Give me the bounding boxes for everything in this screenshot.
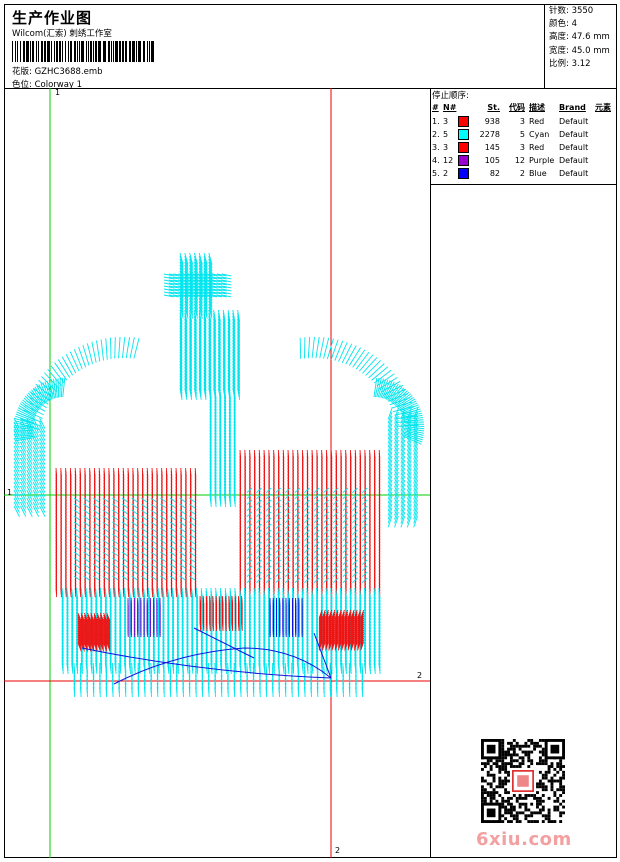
cell-needle: 12 xyxy=(443,154,458,167)
col-description: 描述 xyxy=(529,101,559,115)
col-element: 元素 xyxy=(595,101,617,115)
design-canvas xyxy=(4,88,431,858)
cell-code: 3 xyxy=(503,141,529,154)
design-value: GZHC3688.emb xyxy=(35,67,103,77)
cell-swatch xyxy=(458,128,472,141)
cell-stitches: 145 xyxy=(472,141,503,154)
cell-brand: Default xyxy=(559,154,595,167)
barcode-image xyxy=(12,41,154,62)
cell-description: Red xyxy=(529,141,559,154)
col-brand: Brand xyxy=(559,101,595,115)
cell-index: 1. xyxy=(432,115,443,128)
cell-needle: 5 xyxy=(443,128,458,141)
table-row: 1.39383RedDefault xyxy=(432,115,617,128)
cell-index: 4. xyxy=(432,154,443,167)
col-needle: N# xyxy=(443,101,458,115)
stop-sequence-table: # N# St. 代码 描述 Brand 元素 1.39383RedDefaul… xyxy=(432,101,617,180)
col-stitches: St. xyxy=(472,101,503,115)
cell-index: 2. xyxy=(432,128,443,141)
axis-marker-right: 2 xyxy=(417,671,422,680)
cell-element xyxy=(595,128,617,141)
cell-stitches: 82 xyxy=(472,167,503,180)
cell-index: 3. xyxy=(432,141,443,154)
cell-stitches: 938 xyxy=(472,115,503,128)
stat-scale: 比例: 3.12 xyxy=(549,58,617,71)
cell-index: 5. xyxy=(432,167,443,180)
cell-description: Red xyxy=(529,115,559,128)
table-row: 3.31453RedDefault xyxy=(432,141,617,154)
cell-description: Blue xyxy=(529,167,559,180)
cell-brand: Default xyxy=(559,128,595,141)
design-label: 花版: xyxy=(12,67,32,77)
color-swatch xyxy=(458,129,469,140)
cell-description: Purple xyxy=(529,154,559,167)
crown-embroidery-preview xyxy=(4,88,430,858)
cell-needle: 2 xyxy=(443,167,458,180)
stat-width: 宽度: 45.0 mm xyxy=(549,45,617,58)
axis-marker-bottom: 2 xyxy=(335,846,340,855)
stat-stitches: 针数: 3550 xyxy=(549,5,617,18)
cell-element xyxy=(595,115,617,128)
stat-colors: 颜色: 4 xyxy=(549,18,617,31)
header-section: 生产作业图 Wilcom(汇索) 刺绣工作室 花版: GZHC3688.emb … xyxy=(4,4,617,89)
cell-swatch xyxy=(458,167,472,180)
cell-swatch xyxy=(458,115,472,128)
cell-description: Cyan xyxy=(529,128,559,141)
cell-brand: Default xyxy=(559,167,595,180)
table-row: 4.1210512PurpleDefault xyxy=(432,154,617,167)
stat-height: 高度: 47.6 mm xyxy=(549,31,617,44)
table-header-row: # N# St. 代码 描述 Brand 元素 xyxy=(432,101,617,115)
axis-marker-left: 1 xyxy=(7,488,12,497)
cell-stitches: 2278 xyxy=(472,128,503,141)
cell-brand: Default xyxy=(559,115,595,128)
color-swatch xyxy=(458,168,469,179)
cell-needle: 3 xyxy=(443,115,458,128)
page-title: 生产作业图 xyxy=(12,7,92,28)
cell-element xyxy=(595,154,617,167)
table-row: 5.2822BlueDefault xyxy=(432,167,617,180)
cell-needle: 3 xyxy=(443,141,458,154)
cell-element xyxy=(595,141,617,154)
stats-panel: 针数: 3550 颜色: 4 高度: 47.6 mm 宽度: 45.0 mm 比… xyxy=(544,4,617,88)
axis-marker-top: 1 xyxy=(55,88,60,97)
color-swatch xyxy=(458,155,469,166)
design-name-line: 花版: GZHC3688.emb xyxy=(12,65,103,77)
cell-swatch xyxy=(458,141,472,154)
cell-stitches: 105 xyxy=(472,154,503,167)
cell-brand: Default xyxy=(559,141,595,154)
side-panel-divider xyxy=(431,184,617,185)
color-swatch xyxy=(458,116,469,127)
watermark-logo: 6xiu.com xyxy=(476,829,572,850)
cell-swatch xyxy=(458,154,472,167)
cell-code: 12 xyxy=(503,154,529,167)
stop-sequence-title: 停止顺序: xyxy=(432,89,469,101)
cell-element xyxy=(595,167,617,180)
col-index: # xyxy=(432,101,443,115)
table-row: 2.522785CyanDefault xyxy=(432,128,617,141)
qr-code-image xyxy=(481,739,565,823)
cell-code: 2 xyxy=(503,167,529,180)
cell-code: 3 xyxy=(503,115,529,128)
color-swatch xyxy=(458,142,469,153)
col-code: 代码 xyxy=(503,101,529,115)
software-subtitle: Wilcom(汇索) 刺绣工作室 xyxy=(12,27,112,39)
cell-code: 5 xyxy=(503,128,529,141)
